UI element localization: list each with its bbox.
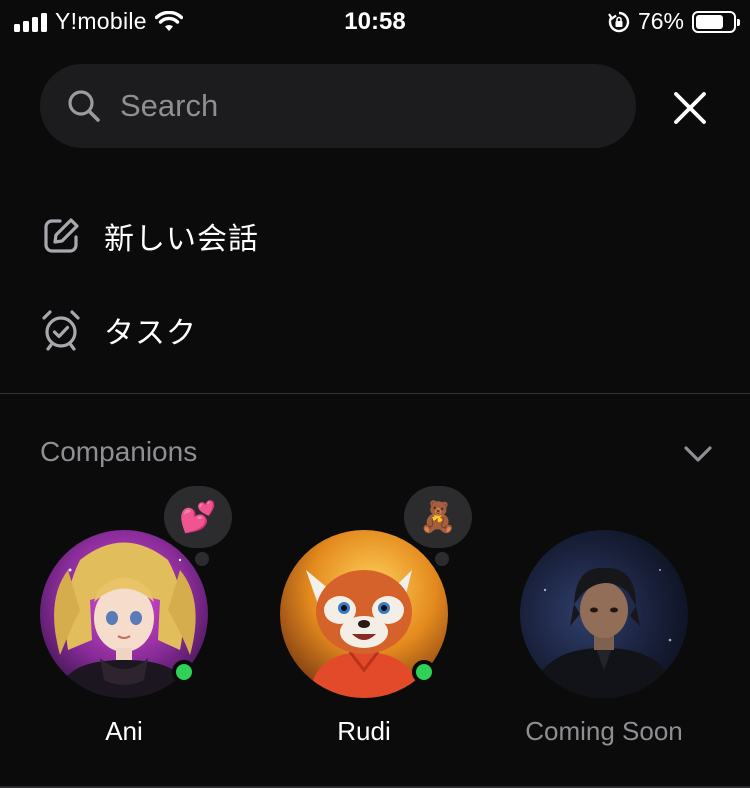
online-status-indicator bbox=[412, 660, 436, 684]
menu-item-new-conversation[interactable]: 新しい会話 bbox=[40, 214, 259, 258]
companions-heading: Companions bbox=[40, 436, 198, 467]
companion-name-coming-soon: Coming Soon bbox=[525, 716, 683, 746]
alarm-clock-icon bbox=[42, 310, 80, 351]
battery-percent: 76% bbox=[637, 8, 684, 34]
compose-icon bbox=[44, 218, 79, 253]
rotation-lock-icon bbox=[608, 11, 630, 32]
battery-icon bbox=[692, 10, 740, 33]
menu-item-label: タスク bbox=[104, 316, 197, 351]
search-icon bbox=[68, 90, 100, 122]
companion-card-rudi[interactable]: 🧸 bbox=[280, 486, 472, 698]
search-bar[interactable] bbox=[40, 64, 636, 148]
status-emoji: 💕 bbox=[179, 500, 217, 534]
bubble-tail-dot bbox=[435, 552, 449, 566]
search-input[interactable] bbox=[120, 88, 580, 124]
status-bubble: 💕 bbox=[164, 486, 232, 548]
menu-item-label: 新しい会話 bbox=[104, 222, 259, 257]
coming-soon-portrait-image bbox=[520, 530, 688, 698]
bubble-tail-dot bbox=[195, 552, 209, 566]
companion-card-ani[interactable]: 💕 bbox=[40, 486, 232, 698]
section-divider bbox=[0, 393, 750, 394]
online-status-indicator bbox=[172, 660, 196, 684]
status-bar: Y!mobile 10:58 76% bbox=[0, 0, 750, 44]
companion-name-ani: Ani bbox=[105, 716, 143, 746]
status-emoji: 🧸 bbox=[419, 500, 457, 534]
close-icon bbox=[674, 92, 706, 124]
companion-card-coming-soon bbox=[520, 530, 688, 698]
chevron-down-icon[interactable] bbox=[682, 440, 714, 468]
companion-avatar bbox=[520, 530, 688, 698]
companion-name-rudi: Rudi bbox=[337, 716, 391, 746]
status-bubble: 🧸 bbox=[404, 486, 472, 548]
menu-item-tasks[interactable]: タスク bbox=[40, 308, 197, 352]
close-button[interactable] bbox=[666, 84, 714, 132]
